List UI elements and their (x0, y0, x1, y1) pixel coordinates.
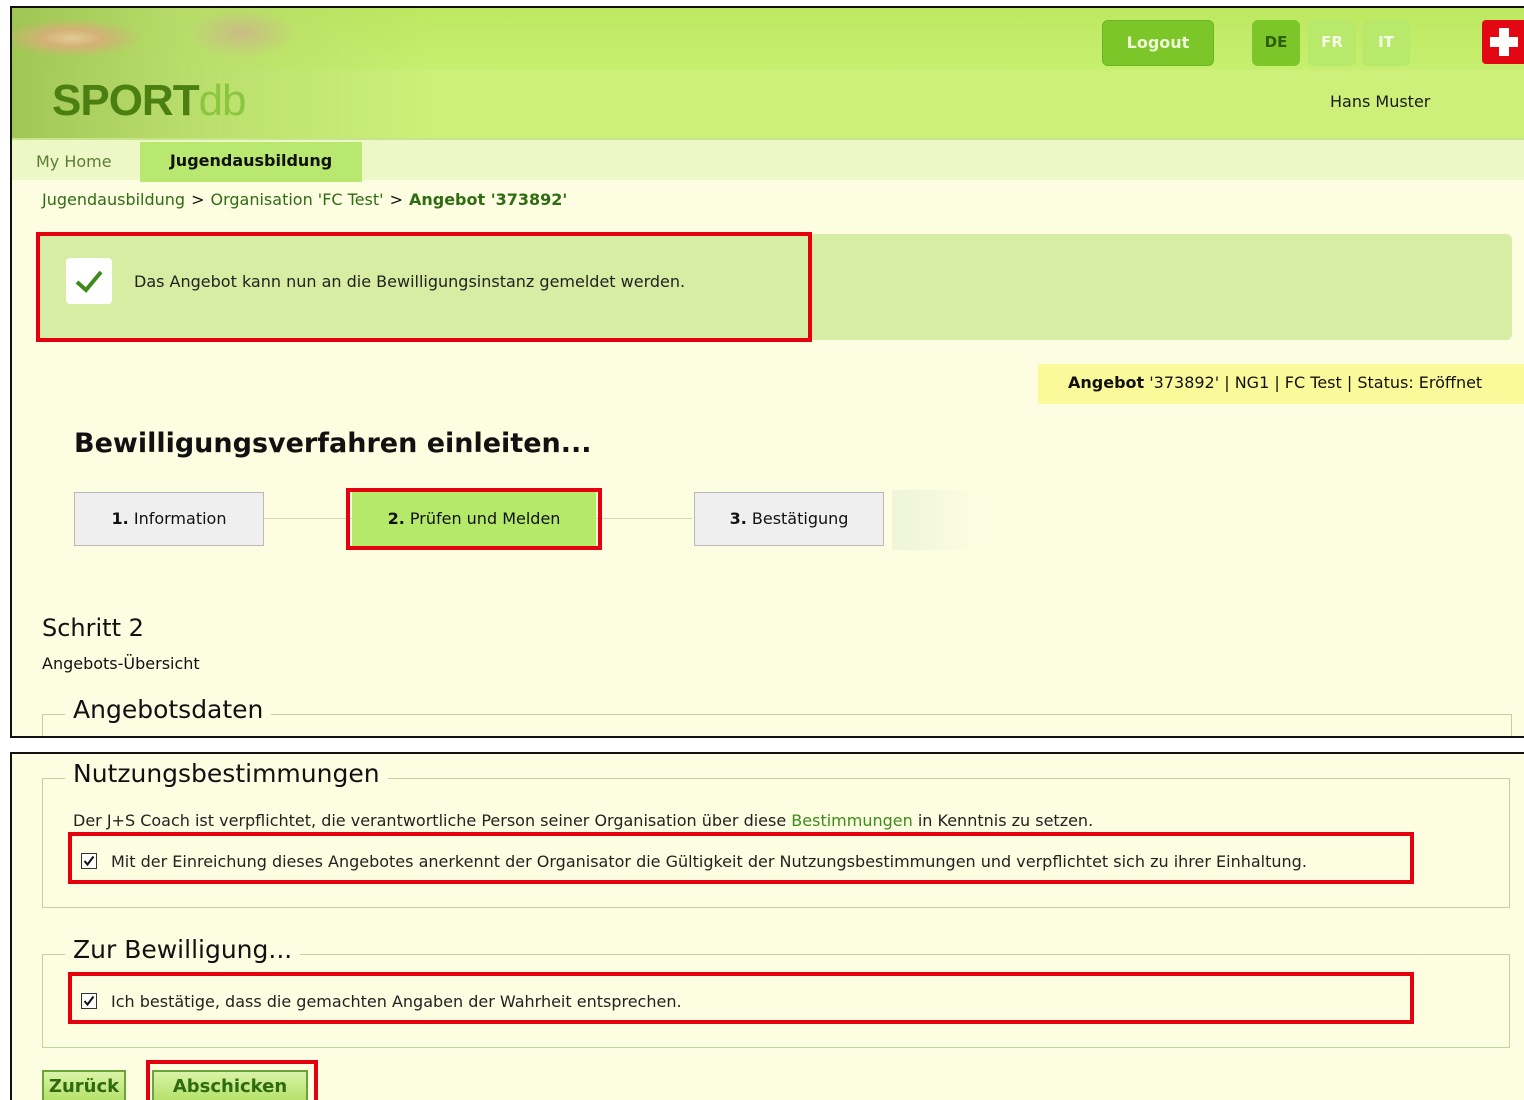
angebotsdaten-legend: Angebotsdaten (65, 695, 272, 724)
user-name: Hans Muster (1330, 92, 1431, 111)
breadcrumb-item-organisation[interactable]: Organisation 'FC Test' (210, 190, 383, 209)
nutzung-text-before: Der J+S Coach ist verpflichtet, die vera… (73, 811, 792, 830)
language-de-button[interactable]: DE (1252, 20, 1300, 66)
language-it-button[interactable]: IT (1362, 20, 1410, 66)
bestimmungen-link[interactable]: Bestimmungen (791, 811, 912, 830)
highlight-box (346, 488, 602, 550)
highlight-box (68, 972, 1414, 1024)
back-button[interactable]: Zurück (42, 1070, 126, 1100)
header: SPORTdb Logout DE FR IT Hans Muster (12, 8, 1524, 138)
main-nav: My Home Jugendausbildung (12, 138, 1524, 182)
top-screenshot-panel: SPORTdb Logout DE FR IT Hans Muster My H… (10, 6, 1524, 738)
breadcrumb-item-angebot: Angebot '373892' (408, 190, 568, 209)
nutzungsbestimmungen-legend: Nutzungsbestimmungen (65, 759, 388, 788)
highlight-box (68, 832, 1414, 884)
step-label: Bestätigung (751, 509, 849, 528)
swiss-cross-icon (1482, 20, 1524, 64)
status-text: '373892' | NG1 | FC Test | Status: Eröff… (1144, 373, 1483, 392)
angebotsdaten-fieldset: Angebotsdaten (42, 695, 1512, 736)
bottom-screenshot-panel: Nutzungsbestimmungen Der J+S Coach ist v… (10, 752, 1524, 1100)
breadcrumb-item-jugendausbildung[interactable]: Jugendausbildung (42, 190, 185, 209)
nutzung-info-text: Der J+S Coach ist verpflichtet, die vera… (73, 811, 1093, 830)
breadcrumb-separator: > (389, 190, 403, 209)
step-label: Information (133, 509, 227, 528)
logo-main: SPORT (52, 76, 200, 125)
breadcrumb: Jugendausbildung > Organisation 'FC Test' >… (42, 190, 567, 209)
highlight-box (36, 232, 812, 342)
step-subheading: Angebots-Übersicht (42, 654, 200, 673)
status-label: Angebot (1068, 373, 1145, 392)
bewilligung-legend: Zur Bewilligung... (65, 935, 301, 964)
tab-my-home[interactable]: My Home (36, 152, 112, 171)
highlight-box (146, 1060, 318, 1100)
logo-suffix: db (198, 76, 247, 125)
page-title: Bewilligungsverfahren einleiten... (74, 428, 592, 459)
language-fr-button[interactable]: FR (1308, 20, 1356, 66)
step-information: 1. Information (74, 492, 264, 546)
step-bestaetigung: 3. Bestätigung (694, 492, 884, 546)
step-number: 3. (729, 509, 747, 528)
sportdb-logo[interactable]: SPORTdb (52, 76, 247, 126)
tab-jugendausbildung[interactable]: Jugendausbildung (140, 142, 362, 182)
steps-fade (892, 490, 982, 550)
step-number: 1. (111, 509, 129, 528)
logout-button[interactable]: Logout (1102, 20, 1214, 66)
breadcrumb-separator: > (191, 190, 205, 209)
step-heading: Schritt 2 (42, 614, 144, 642)
nutzung-text-after: in Kenntnis zu setzen. (912, 811, 1094, 830)
offer-status-bar: Angebot '373892' | NG1 | FC Test | Statu… (1038, 364, 1524, 404)
